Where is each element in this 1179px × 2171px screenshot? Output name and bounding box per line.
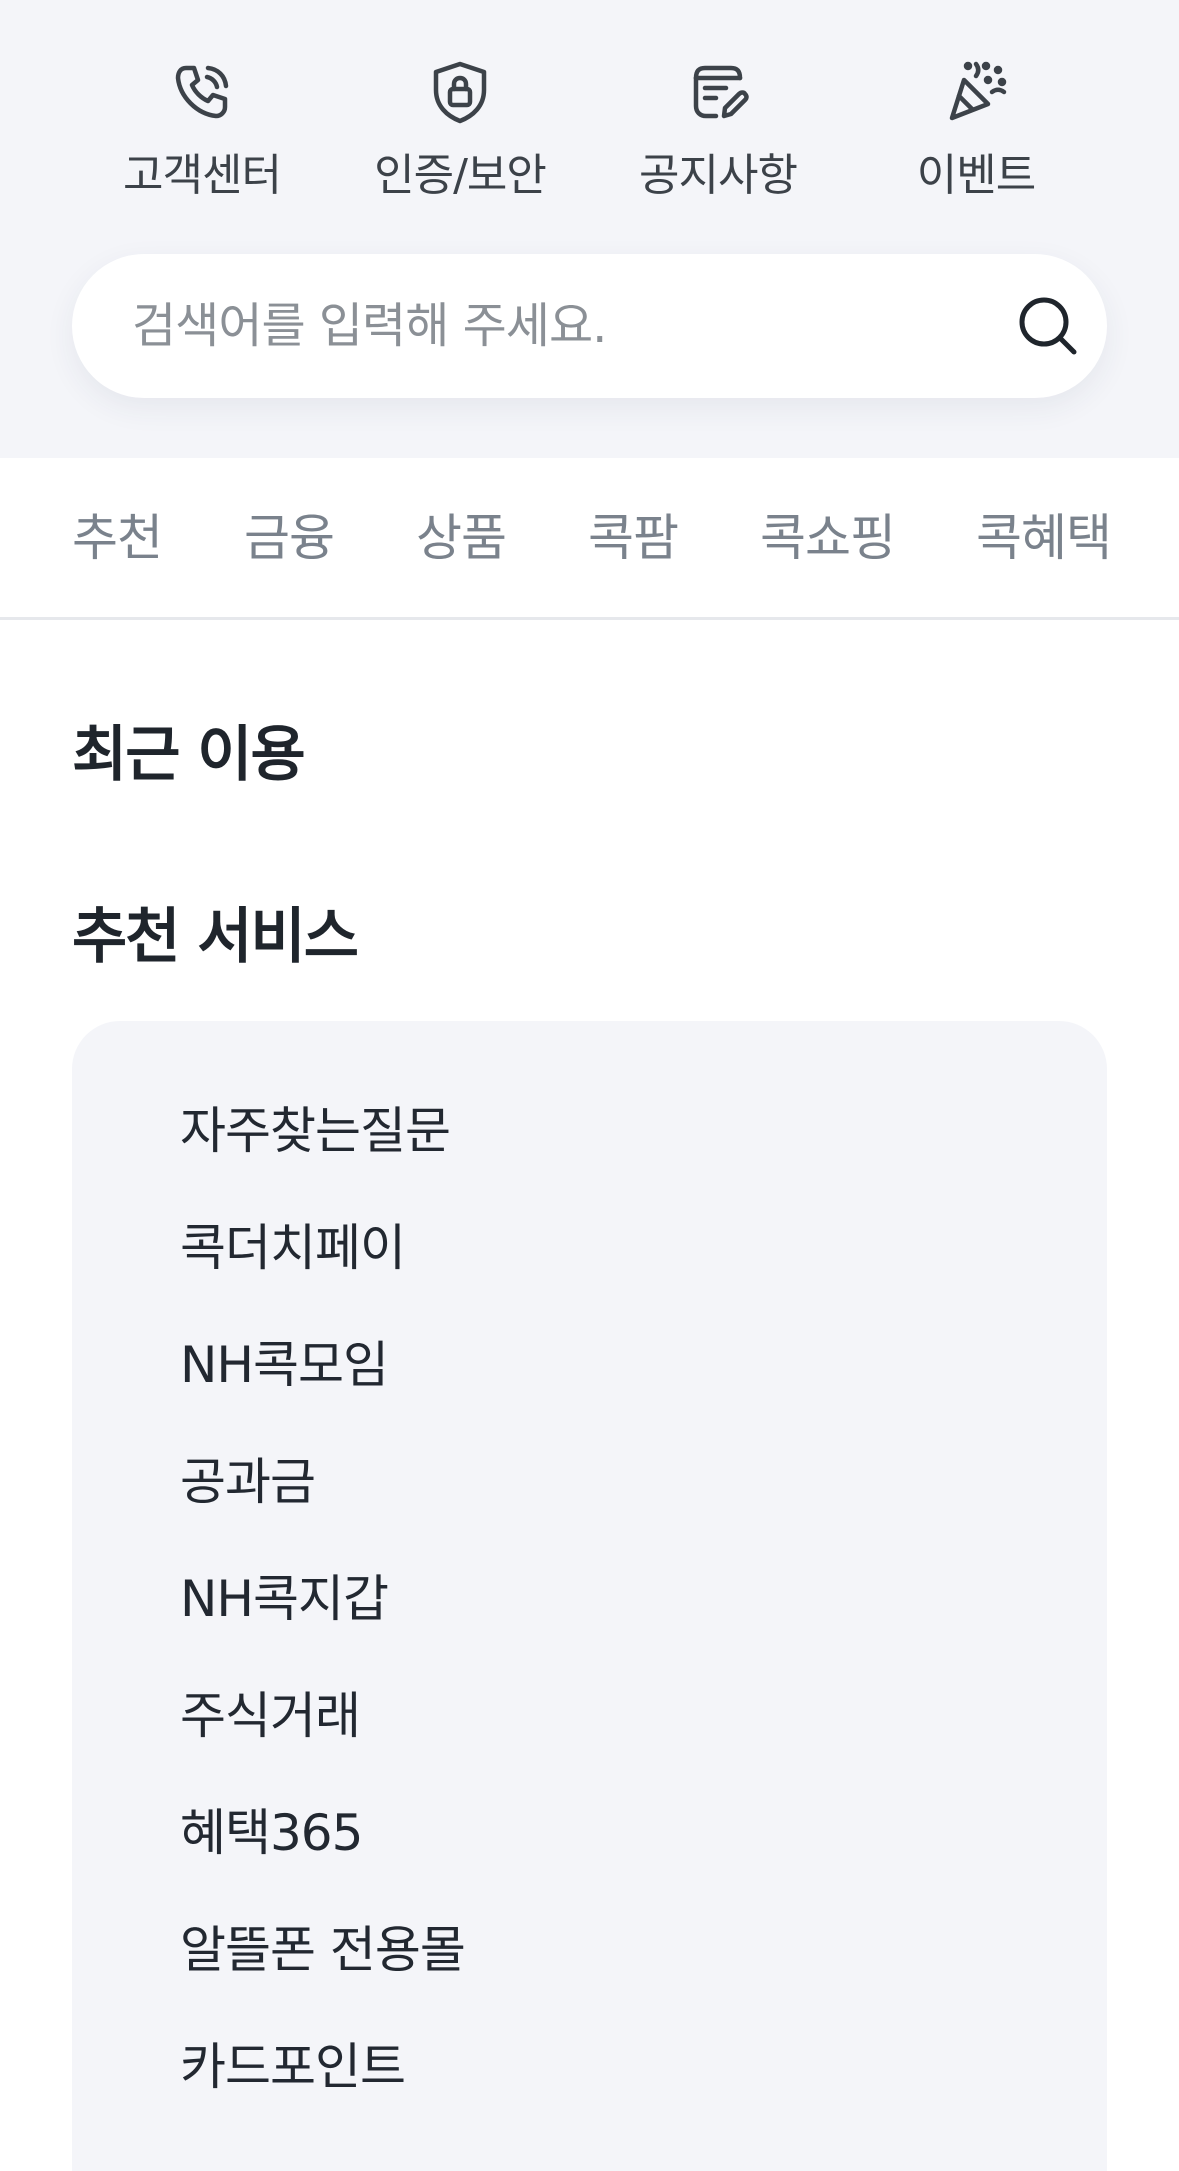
list-item[interactable]: 혜택365 (180, 1793, 363, 1873)
recommended-services-list: 자주찾는질문 콕더치페이 NH콕모임 공과금 NH콕지갑 주식거래 혜택365 … (72, 1021, 1107, 2171)
quick-menu-label: 이벤트 (916, 150, 1036, 201)
category-tabs: 추천 금융 상품 콕팜 콕쇼핑 콕혜택 (0, 458, 1179, 620)
list-item[interactable]: 주식거래 (180, 1676, 361, 1756)
search-icon[interactable] (1012, 290, 1084, 362)
phone-icon (166, 56, 238, 128)
tab-recommend[interactable]: 추천 (72, 498, 163, 578)
list-item[interactable]: 알뜰폰 전용몰 (180, 1910, 466, 1990)
recommended-services-title: 추천 서비스 (72, 902, 359, 972)
list-item[interactable]: 공과금 (180, 1442, 316, 1522)
tab-products[interactable]: 상품 (416, 498, 507, 578)
list-item[interactable]: 콕더치페이 (180, 1208, 406, 1288)
recent-use-title: 최근 이용 (72, 720, 306, 790)
list-item[interactable]: 카드포인트 (180, 2027, 406, 2107)
quick-menu-customer-center[interactable]: 고객센터 (72, 52, 332, 212)
tab-kokshopping[interactable]: 콕쇼핑 (760, 498, 896, 578)
party-popper-icon (940, 56, 1012, 128)
quick-menu-label: 인증/보안 (374, 150, 547, 201)
tab-kokbenefit[interactable]: 콕혜택 (976, 498, 1112, 578)
quick-menu: 고객센터 인증/보안 공지사항 이벤트 (0, 0, 1179, 230)
tab-finance[interactable]: 금융 (244, 498, 335, 578)
quick-menu-label: 고객센터 (123, 150, 282, 201)
tab-kokfarm[interactable]: 콕팜 (588, 498, 679, 578)
notice-edit-icon (682, 56, 754, 128)
quick-menu-event[interactable]: 이벤트 (846, 52, 1106, 212)
shield-lock-icon (424, 56, 496, 128)
list-item[interactable]: NH콕모임 (180, 1325, 389, 1405)
quick-menu-auth-security[interactable]: 인증/보안 (330, 52, 590, 212)
quick-menu-notice[interactable]: 공지사항 (588, 52, 848, 212)
search-input[interactable] (132, 290, 982, 362)
list-item[interactable]: 자주찾는질문 (180, 1091, 451, 1171)
top-area: 고객센터 인증/보안 공지사항 이벤트 검색어를 입력해 주세요. (0, 0, 1179, 458)
search-bar (72, 254, 1107, 398)
quick-menu-label: 공지사항 (639, 150, 798, 201)
list-item[interactable]: NH콕지갑 (180, 1559, 389, 1639)
